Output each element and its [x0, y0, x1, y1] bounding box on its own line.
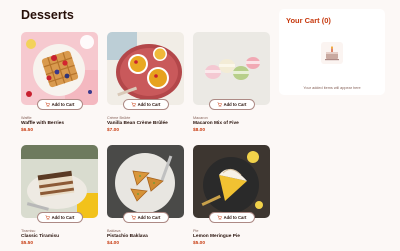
product-name: Vanilla Bean Crème Brûlée: [107, 121, 168, 126]
product-price: $5.00: [193, 241, 206, 246]
add-to-cart-icon: [45, 215, 50, 220]
product-grid: Add to Cart Waffle Waffle with Berries $…: [21, 32, 270, 250]
product-price: $8.00: [193, 128, 206, 133]
product-price: $4.00: [107, 241, 120, 246]
add-to-cart-label: Add to Cart: [51, 215, 75, 220]
add-to-cart-button[interactable]: Add to Cart: [36, 99, 83, 110]
product-image: [107, 32, 184, 105]
product-image: [21, 32, 98, 105]
product-card: Add to Cart Baklava Pistachio Baklava $4…: [107, 145, 184, 250]
add-to-cart-label: Add to Cart: [51, 102, 75, 107]
empty-cart-cake-icon: [321, 42, 343, 64]
add-to-cart-button[interactable]: Add to Cart: [208, 99, 255, 110]
add-to-cart-icon: [131, 102, 136, 107]
add-to-cart-button[interactable]: Add to Cart: [36, 212, 83, 223]
product-name: Macaron Mix of Five: [193, 121, 239, 126]
product-category: Pie: [193, 229, 199, 233]
product-card: Add to Cart Pie Lemon Meringue Pie $5.00: [193, 145, 270, 250]
add-to-cart-icon: [217, 215, 222, 220]
product-category: Baklava: [107, 229, 121, 233]
add-to-cart-label: Add to Cart: [223, 215, 247, 220]
product-name: Waffle with Berries: [21, 121, 65, 126]
cart-title: Your Cart (0): [286, 16, 331, 25]
product-category: Crème Brûlée: [107, 116, 131, 120]
product-category: Waffle: [21, 116, 32, 120]
product-card: Add to Cart Tiramisu Classic Tiramisu $5…: [21, 145, 98, 250]
product-card: Add to Cart Macaron Macaron Mix of Five …: [193, 32, 270, 137]
product-card: Add to Cart Crème Brûlée Vanilla Bean Cr…: [107, 32, 184, 137]
add-to-cart-button[interactable]: Add to Cart: [122, 99, 169, 110]
product-image: [21, 145, 98, 218]
product-card: Add to Cart Waffle Waffle with Berries $…: [21, 32, 98, 137]
product-price: $6.50: [21, 128, 34, 133]
product-name: Classic Tiramisu: [21, 234, 60, 239]
add-to-cart-button[interactable]: Add to Cart: [208, 212, 255, 223]
page-title: Desserts: [21, 8, 74, 22]
product-price: $7.00: [107, 128, 120, 133]
product-category: Tiramisu: [21, 229, 36, 233]
add-to-cart-button[interactable]: Add to Cart: [122, 212, 169, 223]
cart-panel: Your Cart (0) Your added items will appe…: [279, 9, 385, 95]
add-to-cart-icon: [45, 102, 50, 107]
product-image: [193, 145, 270, 218]
product-name: Pistachio Baklava: [107, 234, 148, 239]
product-price: $5.50: [21, 241, 34, 246]
add-to-cart-icon: [131, 215, 136, 220]
product-name: Lemon Meringue Pie: [193, 234, 240, 239]
add-to-cart-label: Add to Cart: [137, 102, 161, 107]
add-to-cart-label: Add to Cart: [137, 215, 161, 220]
product-image: [107, 145, 184, 218]
product-image: [193, 32, 270, 105]
add-to-cart-label: Add to Cart: [223, 102, 247, 107]
add-to-cart-icon: [217, 102, 222, 107]
empty-cart-message: Your added items will appear here: [303, 86, 361, 90]
product-category: Macaron: [193, 116, 208, 120]
